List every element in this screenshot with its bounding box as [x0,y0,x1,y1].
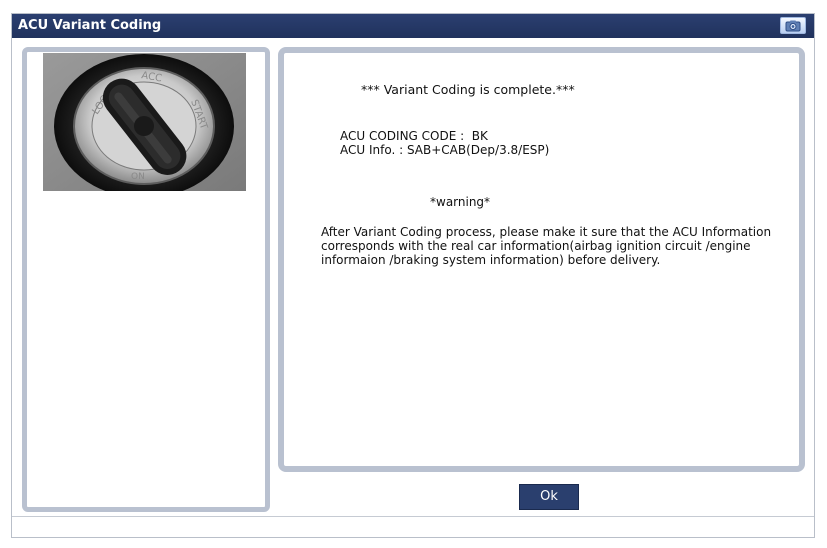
footer-divider [12,516,814,517]
svg-text:ON: ON [131,172,145,182]
acu-variant-coding-window: ACU Variant Coding LOCK ACC START ON ***… [11,13,815,538]
warning-heading: *warning* [430,195,491,209]
coding-code-line: ACU CODING CODE : BK [340,129,488,143]
acu-info-line: ACU Info. : SAB+CAB(Dep/3.8/ESP) [340,143,550,157]
message-panel: *** Variant Coding is complete.*** ACU C… [278,47,805,472]
title-bar: ACU Variant Coding [12,14,814,38]
screenshot-button[interactable] [780,17,806,34]
ok-button[interactable]: Ok [519,484,579,510]
window-title: ACU Variant Coding [18,18,162,33]
completion-message: *** Variant Coding is complete.*** [361,82,575,97]
ignition-switch-photo: LOCK ACC START ON [43,53,246,191]
warning-text: After Variant Coding process, please mak… [321,225,772,267]
camera-icon [785,20,801,32]
